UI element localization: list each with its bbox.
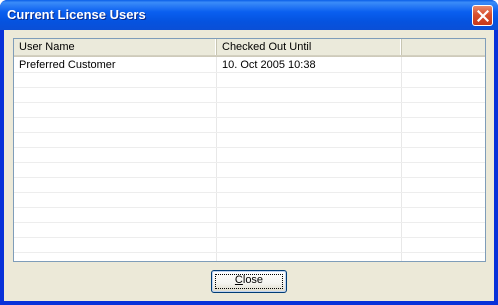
row-divider [14,147,485,148]
list-header: User Name Checked Out Until [14,39,485,57]
cell-checked-out-until: 10. Oct 2005 10:38 [222,59,316,71]
row-divider [14,252,485,253]
license-users-list[interactable]: User Name Checked Out Until Preferred Cu… [13,38,486,262]
list-rows: Preferred Customer 10. Oct 2005 10:38 [14,57,485,261]
row-divider [14,132,485,133]
row-divider [14,192,485,193]
window-title: Current License Users [7,7,146,22]
close-mnemonic: C [234,274,243,286]
column-header-empty[interactable] [402,39,485,56]
row-divider [14,87,485,88]
dialog-window: Current License Users User Name Checked … [0,0,498,305]
column-header-checked-out-until[interactable]: Checked Out Until [217,39,402,56]
row-divider [14,207,485,208]
close-window-button[interactable] [472,5,493,26]
row-divider [14,117,485,118]
row-divider [14,162,485,163]
close-button-label: Close [235,274,263,286]
close-button[interactable]: Close [211,270,287,293]
close-icon [477,10,489,22]
table-row[interactable]: Preferred Customer 10. Oct 2005 10:38 [14,58,485,73]
row-divider [14,102,485,103]
column-header-user-name[interactable]: User Name [14,39,217,56]
cell-user-name: Preferred Customer [19,59,116,71]
close-label-rest: lose [242,274,264,286]
row-divider [14,222,485,223]
row-divider [14,177,485,178]
title-bar[interactable]: Current License Users [0,0,498,30]
row-divider [14,237,485,238]
dialog-client-area: User Name Checked Out Until Preferred Cu… [4,30,494,301]
